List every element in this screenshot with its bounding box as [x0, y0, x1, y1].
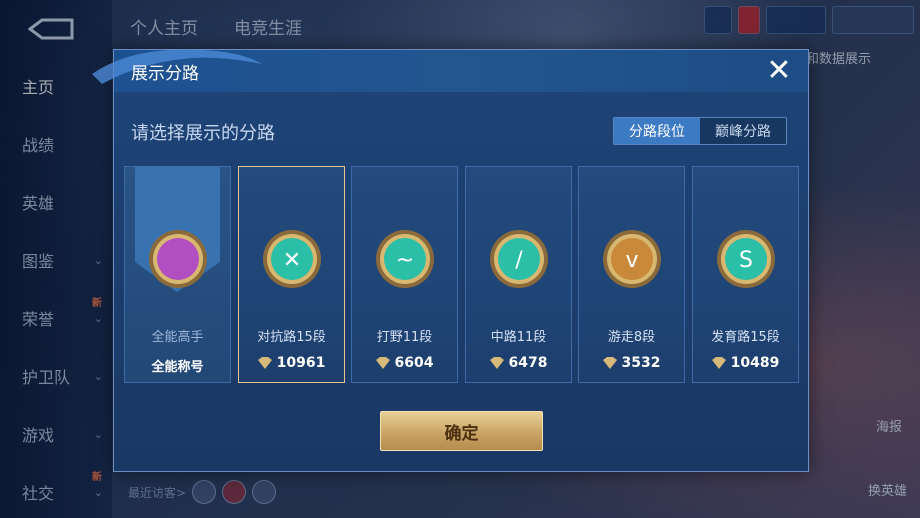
rank-gem-icon: [489, 357, 504, 369]
tab-lane-rank[interactable]: 分路段位: [614, 118, 700, 144]
tab-peak-lane[interactable]: 巅峰分路: [700, 118, 786, 144]
lane-type-toggle: 分路段位 巅峰分路: [613, 117, 787, 145]
title-label: 全能称号: [151, 360, 204, 375]
rank-gem-icon: [257, 357, 272, 369]
lane-card[interactable]: / 中路11段 6478: [465, 166, 572, 383]
confirm-button[interactable]: 确定: [380, 411, 543, 451]
lane-badge-icon: v: [602, 230, 661, 288]
rank-gem-icon: [375, 357, 390, 369]
lane-score: 6604: [352, 355, 457, 371]
dialog-title: 展示分路: [131, 64, 199, 84]
lane-name: 中路11段: [490, 330, 547, 345]
lane-card[interactable]: S 发育路15段 10489: [692, 166, 799, 383]
lane-card[interactable]: ~ 打野11段 6604: [351, 166, 458, 383]
close-icon[interactable]: ✕: [764, 56, 794, 86]
lane-card[interactable]: 全能高手 全能称号: [124, 166, 231, 383]
lane-score-value: 3532: [621, 355, 661, 371]
lane-card[interactable]: v 游走8段 3532: [578, 166, 685, 383]
lane-score-value: 10489: [730, 355, 780, 371]
svg-text:~: ~: [395, 248, 413, 273]
lane-score-value: 6478: [508, 355, 548, 371]
lane-badge-icon: ~: [375, 230, 434, 288]
dialog-subtitle: 请选择展示的分路: [131, 123, 275, 144]
rank-gem-icon: [602, 357, 617, 369]
rank-gem-icon: [711, 357, 726, 369]
svg-text:v: v: [625, 248, 638, 273]
svg-text:S: S: [739, 248, 753, 273]
lane-name: 游走8段: [607, 330, 656, 345]
lane-score-value: 6604: [394, 355, 434, 371]
lane-display-dialog: 展示分路 ✕ 请选择展示的分路 分路段位 巅峰分路 全能高手全能称号 ✕ 对抗路15…: [92, 49, 809, 472]
svg-text:✕: ✕: [282, 248, 300, 273]
lane-badge-icon: S: [716, 230, 775, 288]
lane-badge-icon: ✕: [262, 230, 321, 288]
lane-score: 10489: [693, 355, 798, 371]
svg-text:/: /: [515, 248, 523, 273]
lane-name: 打野11段: [376, 330, 433, 345]
lane-score-value: 10961: [276, 355, 326, 371]
all-round-badge-icon: [148, 230, 207, 288]
lane-name: 对抗路15段: [257, 330, 326, 345]
lane-score: 3532: [579, 355, 684, 371]
lane-card-list: 全能高手全能称号 ✕ 对抗路15段 10961 ~ 打野11段 6604 / 中路11段 6478…: [124, 166, 804, 384]
lane-score: 10961: [239, 355, 344, 371]
lane-badge-icon: /: [489, 230, 548, 288]
lane-name: 全能高手: [151, 330, 204, 345]
lane-score: 6478: [466, 355, 571, 371]
lane-name: 发育路15段: [711, 330, 780, 345]
lane-card[interactable]: ✕ 对抗路15段 10961: [238, 166, 345, 383]
